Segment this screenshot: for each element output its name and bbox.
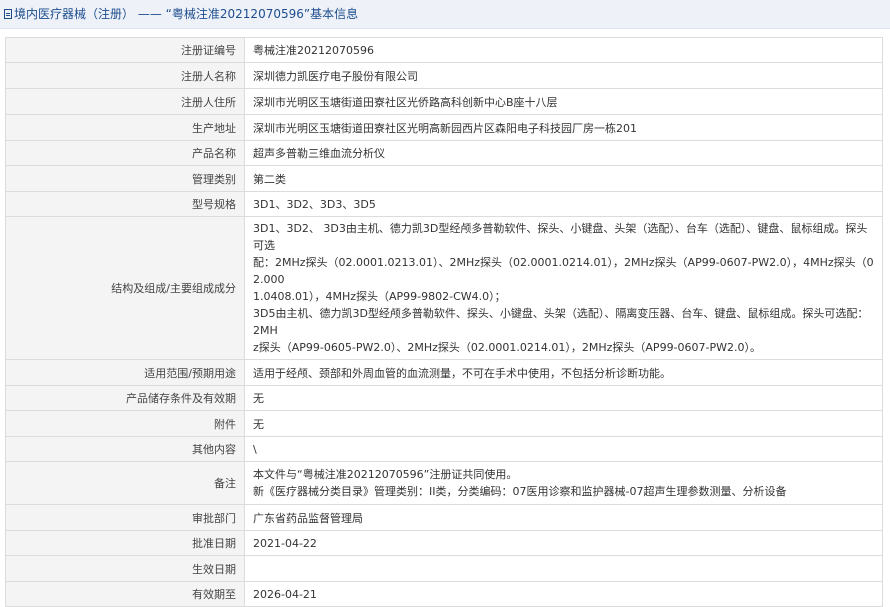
table-row: 产品名称 超声多普勒三维血流分析仪 [5,140,883,166]
row-value-multiline: 3D1、3D2、 3D3由主机、德力凯3D型经颅多普勒软件、探头、小键盘、头架（… [244,216,883,360]
row-label: 备注 [5,461,245,505]
table-row: 其他内容 \ [5,436,883,462]
row-label: 附件 [5,410,245,437]
table-row: 生效日期 [5,555,883,582]
row-value: 深圳市光明区玉塘街道田寮社区光明高新园西片区森阳电子科技园厂房一栋201 [244,114,883,141]
row-label: 管理类别 [5,165,245,192]
table-row: 注册人名称 深圳德力凯医疗电子股份有限公司 [5,62,883,89]
row-value: 粤械注准20212070596 [244,37,883,63]
row-value: 广东省药品监督管理局 [244,504,883,531]
header-title: “粤械注准20212070596”基本信息 [165,7,359,21]
row-value: 第二类 [244,165,883,192]
row-label: 生产地址 [5,114,245,141]
row-value-line: z探头（AP99-0605-PW2.0）、2MHz探头（02.0001.0214… [253,341,761,354]
row-label: 注册人名称 [5,62,245,89]
row-value: 深圳德力凯医疗电子股份有限公司 [244,62,883,89]
row-label: 适用范围/预期用途 [5,359,245,386]
row-value: 适用于经颅、颈部和外周血管的血流测量，不可在手术中使用，不包括分析诊断功能。 [244,359,883,386]
table-row: 生产地址 深圳市光明区玉塘街道田寮社区光明高新园西片区森阳电子科技园厂房一栋20… [5,114,883,141]
table-row: 结构及组成/主要组成成分 3D1、3D2、 3D3由主机、德力凯3D型经颅多普勒… [5,216,883,360]
row-value: 超声多普勒三维血流分析仪 [244,140,883,166]
row-value: \ [244,436,883,462]
header-separator: —— [137,7,162,21]
table-row: 有效期至 2026-04-21 [5,581,883,607]
header-category: 境内医疗器械（注册） [14,7,135,21]
row-label: 产品名称 [5,140,245,166]
table-row: 产品储存条件及有效期 无 [5,385,883,411]
row-value-line: 3D5由主机、德力凯3D型经颅多普勒软件、探头、小键盘、头架（选配）、隔离变压器… [253,307,869,337]
table-row: 审批部门 广东省药品监督管理局 [5,504,883,531]
row-label: 审批部门 [5,504,245,531]
row-label: 结构及组成/主要组成成分 [5,216,245,360]
table-row: 附件 无 [5,410,883,437]
table-row: 备注 本文件与“粤械注准20212070596”注册证共同使用。 新《医疗器械分… [5,461,883,505]
row-value-line: 3D1、3D2、 3D3由主机、德力凯3D型经颅多普勒软件、探头、小键盘、头架（… [253,222,868,252]
row-value: 无 [244,410,883,437]
row-label: 有效期至 [5,581,245,607]
row-value-multiline: 本文件与“粤械注准20212070596”注册证共同使用。 新《医疗器械分类目录… [244,461,883,505]
row-value-line: 本文件与“粤械注准20212070596”注册证共同使用。 [253,468,518,481]
row-label: 型号规格 [5,191,245,217]
document-icon [4,9,12,19]
row-value: 2026-04-21 [244,581,883,607]
row-label: 批准日期 [5,530,245,556]
table-row: 管理类别 第二类 [5,165,883,192]
row-value-line: 新《医疗器械分类目录》管理类别：II类，分类编码：07医用诊察和监护器械-07超… [253,485,787,498]
table-row: 型号规格 3D1、3D2、3D3、3D5 [5,191,883,217]
row-value: 深圳市光明区玉塘街道田寮社区光侨路高科创新中心B座十八层 [244,88,883,115]
row-label: 注册人住所 [5,88,245,115]
table-row: 批准日期 2021-04-22 [5,530,883,556]
row-value [244,555,883,582]
info-table: 注册证编号 粤械注准20212070596 注册人名称 深圳德力凯医疗电子股份有… [5,37,883,607]
page-header: 境内医疗器械（注册） —— “粤械注准20212070596”基本信息 [0,0,890,29]
table-row: 注册人住所 深圳市光明区玉塘街道田寮社区光侨路高科创新中心B座十八层 [5,88,883,115]
row-value: 2021-04-22 [244,530,883,556]
row-label: 注册证编号 [5,37,245,63]
table-row: 注册证编号 粤械注准20212070596 [5,37,883,63]
table-row: 适用范围/预期用途 适用于经颅、颈部和外周血管的血流测量，不可在手术中使用，不包… [5,359,883,386]
row-label: 生效日期 [5,555,245,582]
row-value: 3D1、3D2、3D3、3D5 [244,191,883,217]
row-label: 其他内容 [5,436,245,462]
row-value-line: 配：2MHz探头（02.0001.0213.01）、2MHz探头（02.0001… [253,256,874,286]
row-value: 无 [244,385,883,411]
row-value-line: 1.0408.01），4MHz探头（AP99-9802-CW4.0）； [253,290,506,303]
row-label: 产品储存条件及有效期 [5,385,245,411]
